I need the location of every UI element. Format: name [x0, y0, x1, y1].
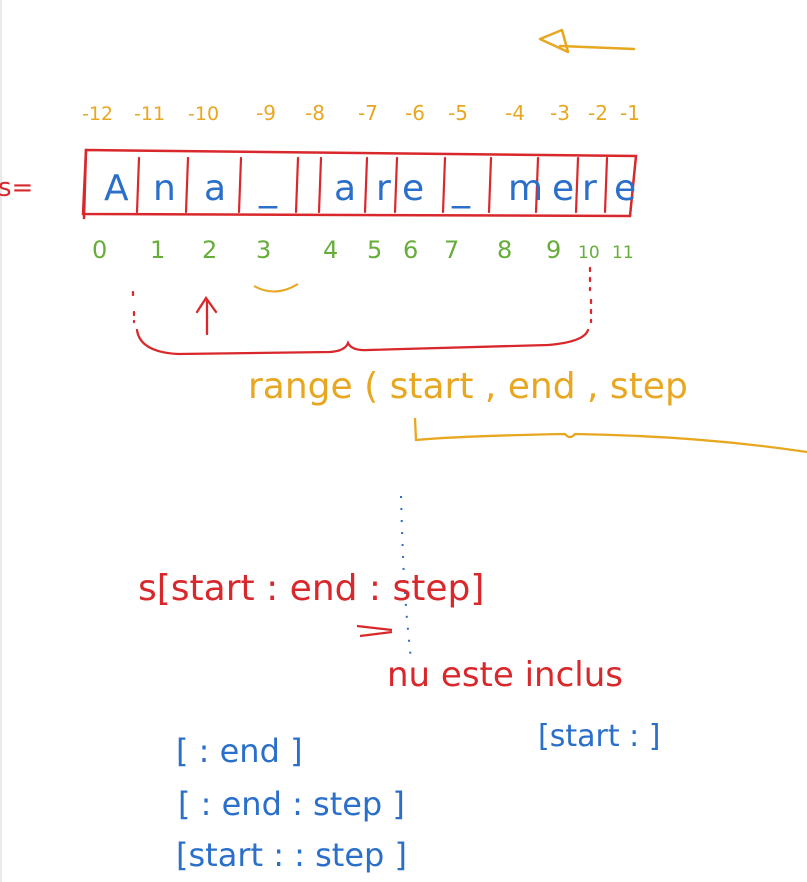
- positive-index: 2: [202, 236, 217, 264]
- negative-index: -10: [188, 103, 219, 125]
- string-character: e: [614, 168, 636, 209]
- negative-index: -8: [305, 101, 325, 125]
- negative-index: -4: [505, 101, 525, 125]
- cell-divider: [135, 156, 141, 214]
- cell-divider: [487, 156, 493, 214]
- positive-index: 4: [323, 236, 338, 264]
- string-label: s=: [0, 173, 33, 203]
- cell-divider: [184, 156, 190, 214]
- form-end: [ : end ]: [176, 732, 303, 770]
- negative-index: -1: [620, 101, 640, 125]
- cell-divider: [363, 156, 369, 214]
- negative-index: -9: [256, 101, 276, 125]
- negative-index: -5: [448, 101, 468, 125]
- negative-index-row: -12 -11 -10 -9 -8 -7 -6 -5 -4 -3 -2 -1: [82, 101, 640, 125]
- positive-index: 3: [256, 236, 271, 264]
- string-character: A: [104, 168, 129, 209]
- negative-index: -3: [550, 101, 570, 125]
- positive-index: 9: [546, 236, 561, 264]
- positive-index: 1: [150, 236, 165, 264]
- string-character: r: [376, 168, 391, 209]
- cell-divider: [393, 156, 399, 214]
- positive-index-row: 0 1 2 3 4 5 6 7 8 9 10 11: [92, 236, 634, 264]
- cell-divider: [317, 156, 323, 214]
- range-text: range ( start , end , step: [248, 366, 688, 407]
- negative-index: -11: [134, 103, 165, 125]
- positive-index: 8: [497, 236, 512, 264]
- form-end-step: [ : end : step ]: [178, 785, 405, 823]
- positive-index: 7: [444, 236, 459, 264]
- not-included-text: nu este inclus: [387, 655, 623, 695]
- negative-index: -12: [82, 103, 113, 125]
- string-character: e: [402, 168, 424, 209]
- positive-index: 0: [92, 236, 107, 264]
- cell-divider: [603, 156, 609, 214]
- string-character: _: [258, 168, 278, 209]
- cell-divider: [294, 156, 300, 214]
- string-character: m: [508, 168, 543, 209]
- positive-index: 10: [578, 243, 600, 263]
- cell-divider: [237, 156, 243, 214]
- string-character: e: [552, 168, 574, 209]
- whiteboard-canvas: -12 -11 -10 -9 -8 -7 -6 -5 -4 -3 -2 -1 s= An a _ a r e _ m…: [0, 28, 807, 874]
- cell-divider: [574, 156, 580, 214]
- positive-index: 5: [367, 236, 382, 264]
- characters-row: An a _ a r e _ m e r e: [104, 168, 636, 209]
- range-brace: [131, 266, 593, 356]
- negative-index: -6: [405, 101, 425, 125]
- back-arrow-icon: [538, 28, 636, 54]
- positive-index: 11: [612, 243, 634, 263]
- small-orange-brace: [253, 283, 299, 293]
- form-start-step: [start : : step ]: [176, 836, 407, 874]
- slice-syntax: s[start : end : step]: [138, 568, 484, 609]
- negative-index: -7: [358, 101, 378, 125]
- up-arrow-icon: [195, 295, 218, 336]
- negative-index: -2: [588, 101, 608, 125]
- string-character: r: [582, 168, 597, 209]
- string-character: n: [153, 168, 176, 209]
- string-character: a: [204, 168, 226, 209]
- positive-index: 6: [403, 236, 418, 264]
- string-character: a: [334, 168, 356, 209]
- start-only-form: [start : ]: [538, 719, 660, 754]
- range-underline-brace: [413, 417, 807, 454]
- pointer-mark: [356, 624, 393, 638]
- string-character: _: [451, 168, 471, 209]
- cell-divider: [441, 156, 447, 214]
